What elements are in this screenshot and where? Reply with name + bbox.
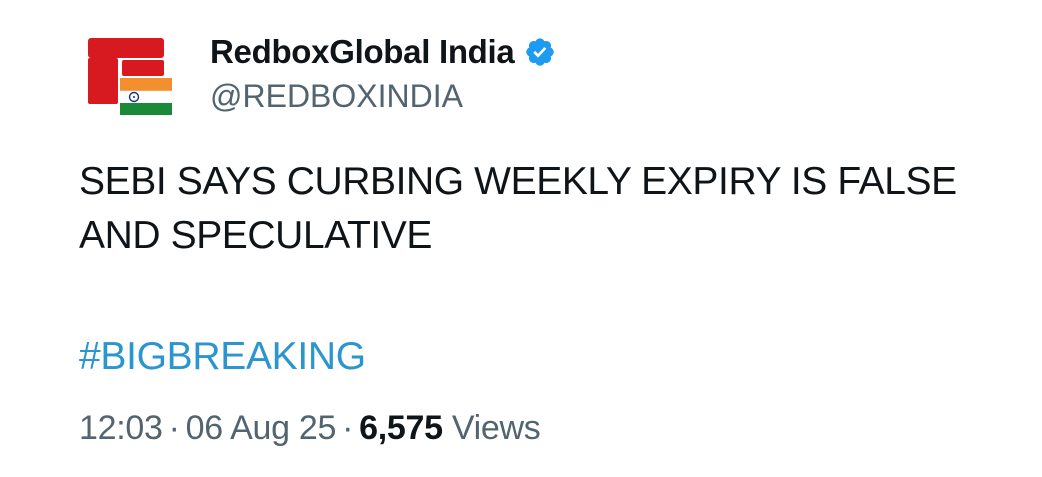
tweet-date[interactable]: 06 Aug 25 (186, 409, 337, 447)
redbox-india-logo-icon (88, 38, 173, 115)
verified-badge-icon (526, 38, 555, 66)
author-handle[interactable]: @REDBOXINDIA (210, 78, 556, 115)
tweet-card: RedboxGlobal India @REDBOXINDIA SEBI SAY… (0, 0, 1042, 477)
meta-separator: · (342, 409, 354, 447)
tweet-meta: 12:03 · 06 Aug 25 · 6,575 Views (79, 404, 541, 452)
hashtag-link[interactable]: #BIGBREAKING (79, 332, 366, 382)
tweet-text: SEBI SAYS CURBING WEEKLY EXPIRY IS FALSE… (79, 160, 957, 257)
avatar[interactable] (86, 36, 174, 116)
tweet-time[interactable]: 12:03 (79, 409, 163, 447)
meta-separator: · (168, 409, 180, 447)
views-count: 6,575 (359, 409, 443, 447)
author-display-name[interactable]: RedboxGlobal India (210, 33, 515, 71)
views-label: Views (451, 409, 541, 447)
author-block: RedboxGlobal India @REDBOXINDIA (210, 30, 556, 115)
name-row: RedboxGlobal India (210, 30, 556, 74)
